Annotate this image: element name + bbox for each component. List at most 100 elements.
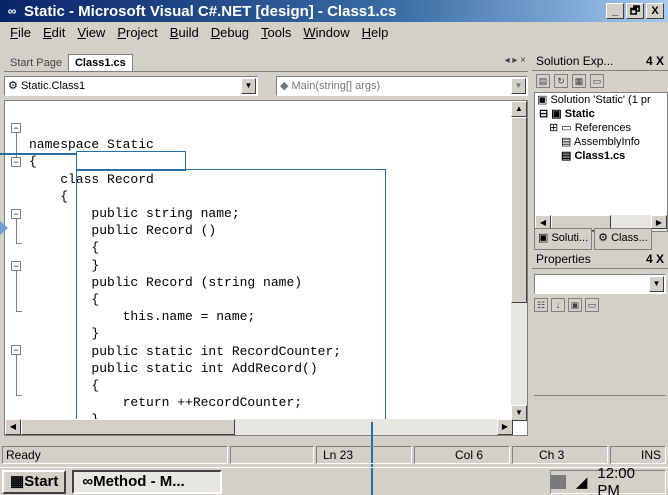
code-editor[interactable]: − − − − − namespace Static{ class Record… (4, 100, 528, 436)
alphabetical-icon[interactable]: ↓ (551, 298, 565, 312)
tab-class1-cs[interactable]: Class1.cs (67, 54, 133, 71)
solution-icon: ▣ (538, 232, 549, 244)
pin-icon[interactable]: 4 (646, 252, 653, 266)
tree-item-class1[interactable]: ▤ Class1.cs (535, 149, 667, 163)
system-tray: ◢ 12:00 PM (550, 465, 666, 495)
callout-line (0, 153, 76, 155)
status-line: Ln 23 (316, 446, 412, 464)
member-dropdown[interactable]: ◆ Main(string[] args) ▼ (275, 76, 528, 96)
type-dropdown[interactable]: ⚙ Static.Class1 ▼ (4, 76, 258, 96)
tree-item-assemblyinfo[interactable]: ▤ AssemblyInfo (535, 135, 667, 149)
menu-edit[interactable]: Edit (37, 25, 71, 40)
scroll-right-button[interactable]: ▶ (497, 419, 513, 435)
explorer-tabs: ▣ Soluti... ⚙ Class... (534, 228, 668, 250)
scroll-left-button[interactable]: ◀ (535, 215, 551, 229)
callout-arrow-icon (0, 221, 8, 235)
show-all-files-icon[interactable]: ▦ (572, 74, 586, 88)
scroll-right-button[interactable]: ▶ (651, 215, 667, 229)
tree-item-label: Class1.cs (574, 150, 626, 162)
tab-solution-explorer[interactable]: ▣ Soluti... (534, 228, 593, 250)
solution-icon: ▣ (537, 94, 548, 106)
collapse-icon[interactable]: − (11, 345, 21, 355)
chevron-down-icon[interactable]: ▼ (511, 78, 526, 94)
tree-item-references[interactable]: ⊞ ▭ References (535, 121, 667, 135)
minimize-button[interactable]: _ (606, 3, 624, 19)
cs-file-icon: ▤ (561, 150, 572, 162)
tree-item-solution[interactable]: ▣ Solution 'Static' (1 pr (535, 93, 667, 107)
document-tabs: Start Page Class1.cs ◂ ▸ × (4, 52, 528, 72)
property-pages-icon[interactable]: ▭ (585, 298, 599, 312)
collapse-icon[interactable]: − (11, 123, 21, 133)
collapse-icon[interactable]: − (11, 209, 21, 219)
tab-navigation-controls[interactable]: ◂ ▸ × (505, 55, 526, 66)
refresh-icon[interactable]: ↻ (554, 74, 568, 88)
tab-label: Class... (611, 232, 648, 244)
start-label: Start (24, 472, 59, 490)
taskbar-task-button[interactable]: ∞Method - M... (72, 469, 223, 494)
menu-build[interactable]: Build (164, 25, 205, 40)
class-icon: ⚙ (8, 80, 18, 92)
tree-item-label: Solution 'Static' (1 pr (550, 94, 651, 106)
menu-project[interactable]: Project (111, 25, 163, 40)
scroll-thumb[interactable] (21, 419, 235, 435)
menu-window[interactable]: Window (297, 25, 355, 40)
scroll-down-button[interactable]: ▼ (511, 405, 527, 421)
collapse-icon[interactable]: − (11, 261, 21, 271)
tree-item-project[interactable]: ⊟ ▣ Static (535, 107, 667, 121)
visual-studio-icon: ∞ (82, 472, 94, 490)
properties-panel: Properties 4 X ▼ ☷ ↓ ▣ ▭ (532, 250, 668, 436)
tree-item-label: Static (564, 108, 595, 120)
references-icon: ⊞ ▭ (549, 122, 572, 134)
volume-icon[interactable]: ◢ (576, 473, 588, 491)
start-button[interactable]: ▦Start (2, 469, 67, 494)
menu-bar: File Edit View Project Build Debug Tools… (0, 22, 668, 42)
solution-toolbar: ▤ ↻ ▦ ▭ (532, 71, 668, 91)
view-code-icon[interactable]: ▭ (590, 74, 604, 88)
class-view-icon: ⚙ (598, 232, 609, 244)
properties-icon[interactable]: ▤ (536, 74, 550, 88)
properties-icon[interactable]: ▣ (568, 298, 582, 312)
outline-gutter: − − − − − (5, 101, 27, 435)
close-button[interactable]: X (646, 3, 664, 19)
window-title: Static - Microsoft Visual C#.NET [design… (24, 2, 397, 20)
solution-explorer-title: Solution Exp... (536, 54, 614, 68)
navigation-bar: ⚙ Static.Class1 ▼ ◆ Main(string[] args) … (4, 76, 528, 98)
task-label: Method - M... (93, 472, 185, 490)
status-bar: Ready Ln 23 Col 6 Ch 3 INS (0, 445, 668, 465)
status-character: Ch 3 (512, 446, 608, 464)
chevron-down-icon[interactable]: ▼ (240, 78, 256, 94)
maximize-button[interactable]: 🗗 (626, 3, 644, 19)
scroll-left-button[interactable]: ◀ (5, 419, 21, 435)
project-icon: ⊟ ▣ (539, 108, 562, 120)
status-ready: Ready (2, 446, 228, 464)
menu-file[interactable]: File (4, 25, 37, 40)
properties-header: Properties 4 X (532, 250, 668, 269)
properties-object-dropdown[interactable]: ▼ (534, 274, 666, 294)
network-icon[interactable] (551, 475, 566, 489)
horizontal-scrollbar[interactable]: ◀ ▶ (5, 419, 513, 435)
solution-tree: ▣ Solution 'Static' (1 pr ⊟ ▣ Static ⊞ ▭… (534, 92, 668, 232)
method-icon: ◆ (279, 80, 289, 92)
taskbar: ▦Start ∞Method - M... ◢ 12:00 PM (0, 465, 668, 495)
cs-file-icon: ▤ (561, 136, 572, 148)
tab-start-page[interactable]: Start Page (4, 55, 68, 71)
scroll-thumb[interactable] (511, 117, 527, 303)
status-column: Col 6 (414, 446, 510, 464)
menu-tools[interactable]: Tools (255, 25, 297, 40)
pin-icon[interactable]: 4 (646, 54, 653, 68)
vertical-scrollbar[interactable]: ▲ ▼ (511, 101, 527, 421)
menu-view[interactable]: View (71, 25, 111, 40)
scroll-up-button[interactable]: ▲ (511, 101, 527, 117)
member-dropdown-value: Main(string[] args) (291, 80, 381, 92)
close-icon[interactable]: X (656, 54, 664, 68)
type-dropdown-value: Static.Class1 (20, 80, 86, 92)
menu-debug[interactable]: Debug (205, 25, 255, 40)
tab-class-view[interactable]: ⚙ Class... (594, 228, 652, 250)
categorized-icon[interactable]: ☷ (534, 298, 548, 312)
chevron-down-icon[interactable]: ▼ (649, 276, 664, 292)
collapse-icon[interactable]: − (11, 157, 21, 167)
tree-item-label: AssemblyInfo (573, 136, 640, 148)
menu-help[interactable]: Help (356, 25, 395, 40)
close-icon[interactable]: X (656, 252, 664, 266)
properties-toolbar: ☷ ↓ ▣ ▭ (534, 298, 599, 312)
